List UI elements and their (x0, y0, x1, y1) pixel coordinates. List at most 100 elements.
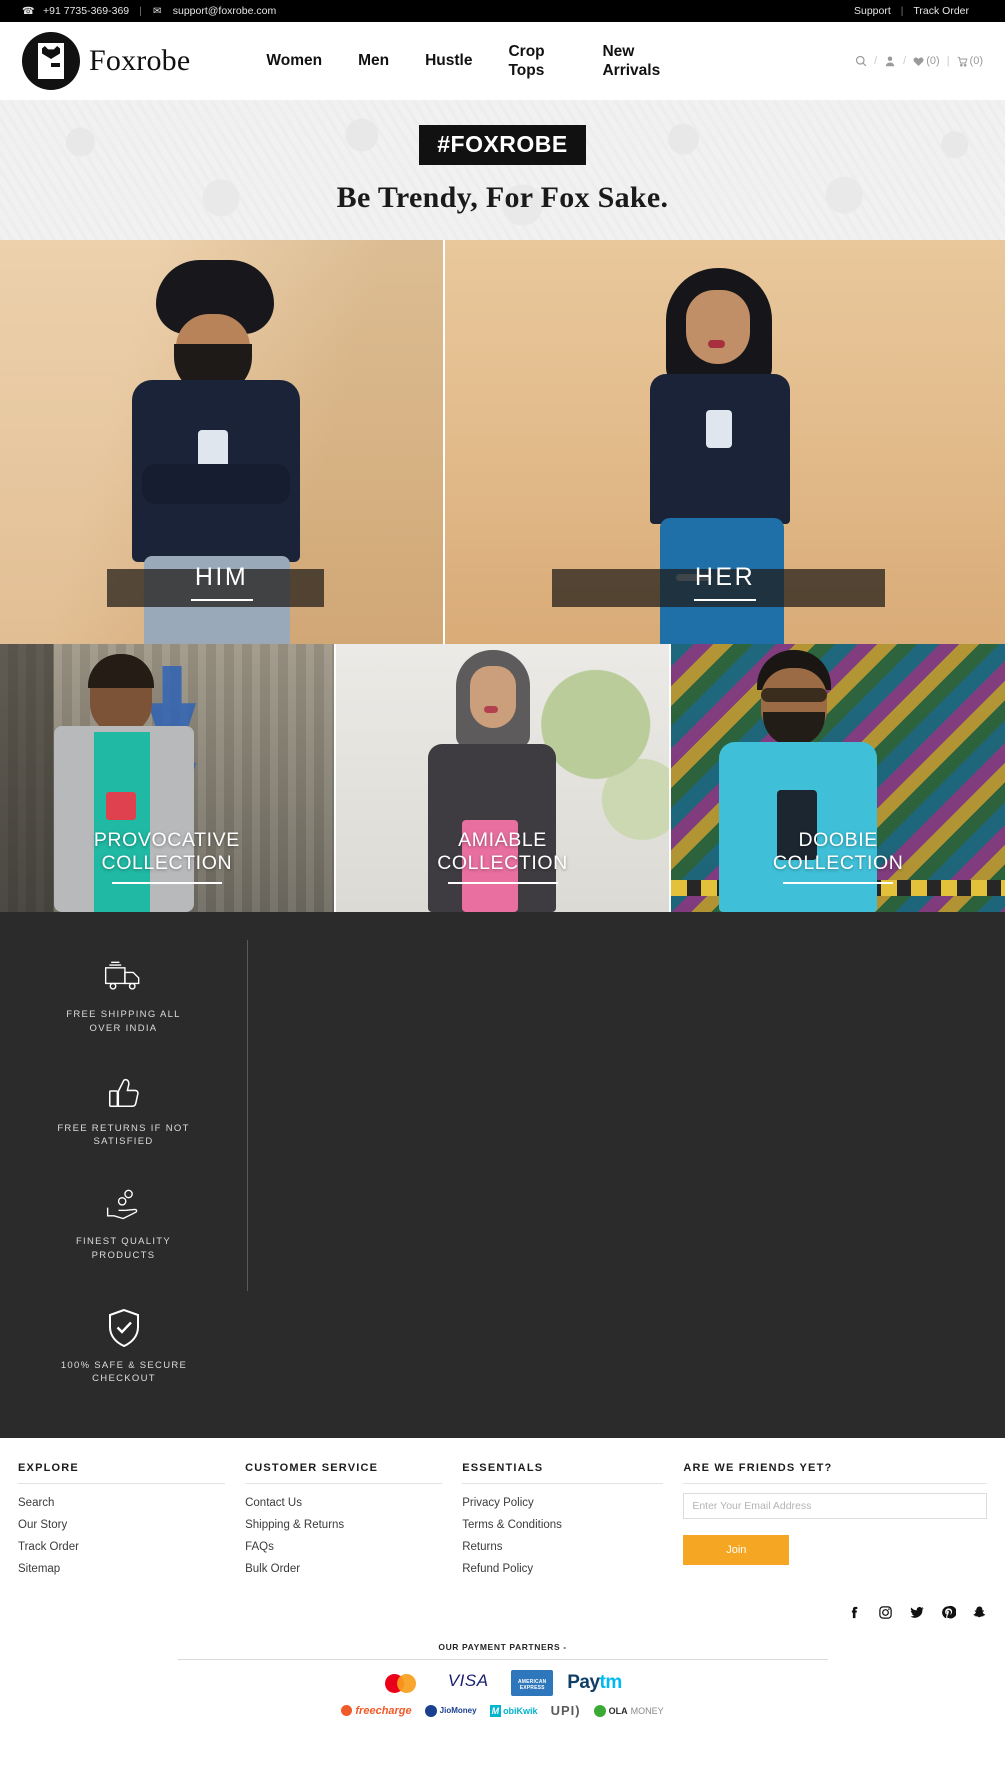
support-link[interactable]: Support (854, 5, 891, 17)
pinterest-icon[interactable] (941, 1605, 956, 1620)
list-item: Refund Policy (462, 1559, 663, 1577)
collection-tiles: PROVOCATIVE COLLECTION AMIABLE COLLECTIO… (0, 644, 1005, 912)
hero-background-texture (0, 100, 1005, 240)
features-column: FREE SHIPPING ALL OVER INDIA FREE RETURN… (0, 940, 248, 1291)
collection-label-provocative: PROVOCATIVE COLLECTION (0, 829, 334, 884)
upi-icon: UPI) (550, 1703, 581, 1719)
phone-number[interactable]: +91 7735-369-369 (43, 5, 129, 17)
collection-tile-amiable[interactable]: AMIABLE COLLECTION (335, 644, 670, 912)
hand-coins-icon (22, 1183, 225, 1225)
twitter-icon[interactable] (909, 1605, 925, 1620)
track-order-link[interactable]: Track Order (913, 5, 969, 17)
category-tile-him[interactable]: HIM (0, 240, 443, 644)
him-text: HIM (194, 563, 249, 591)
paytm-part2: tm (599, 1672, 623, 1694)
footer-link-our-story[interactable]: Our Story (18, 1519, 67, 1531)
nav-item-hustle[interactable]: Hustle (407, 51, 490, 70)
cart-button[interactable]: (0) (957, 55, 983, 67)
list-item: Sitemap (18, 1559, 225, 1577)
truck-icon (22, 956, 225, 998)
footer-link-bulk-order[interactable]: Bulk Order (245, 1563, 300, 1575)
list-item: Contact Us (245, 1493, 442, 1511)
paytm-icon: Paytm (567, 1672, 622, 1694)
payment-row-primary: VISA AMERICAN EXPRESS Paytm (0, 1670, 1005, 1697)
footer-link-search[interactable]: Search (18, 1497, 54, 1509)
header-divider-2: / (903, 55, 907, 67)
payment-divider (177, 1659, 828, 1661)
newsletter-email-input[interactable] (683, 1493, 987, 1520)
ola-label-2: MONEY (630, 1705, 664, 1716)
her-text: HER (694, 563, 756, 591)
footer-link-shipping-returns[interactable]: Shipping & Returns (245, 1519, 344, 1531)
nav-item-new-arrivals[interactable]: New Arrivals (584, 42, 678, 81)
feature-free-shipping: FREE SHIPPING ALL OVER INDIA (0, 940, 247, 1054)
provocative-line2: COLLECTION (101, 852, 233, 874)
top-bar-contact: ☎ +91 7735-369-369 | ✉ support@foxrobe.c… (22, 5, 276, 17)
nav-item-women[interactable]: Women (248, 51, 340, 70)
doobie-line2: COLLECTION (772, 852, 904, 874)
list-item: FAQs (245, 1537, 442, 1555)
ola-label-1: OLA (608, 1705, 628, 1716)
category-tile-her[interactable]: HER (443, 240, 1005, 644)
feature-2-line2: SATISFIED (93, 1136, 154, 1148)
instagram-icon[interactable] (878, 1605, 893, 1620)
amex-icon: AMERICAN EXPRESS (511, 1670, 554, 1697)
list-item: Shipping & Returns (245, 1515, 442, 1533)
nav-item-men[interactable]: Men (340, 51, 407, 70)
hero-tagline: Be Trendy, For Fox Sake. (336, 181, 669, 214)
payment-row-wallets: freecharge JioMoney MobiKwik UPI) OLA MON… (0, 1703, 1005, 1718)
footer-link-sitemap[interactable]: Sitemap (18, 1563, 60, 1575)
footer-link-refund-policy[interactable]: Refund Policy (462, 1563, 533, 1575)
user-icon[interactable] (884, 55, 896, 67)
payment-partners-title: OUR PAYMENT PARTNERS - (438, 1642, 567, 1653)
olamoney-icon: OLA MONEY (593, 1704, 664, 1717)
footer-link-contact-us[interactable]: Contact Us (245, 1497, 302, 1509)
feature-4-line1: 100% SAFE & SECURE (60, 1359, 188, 1371)
mobikwik-mark: M (489, 1704, 502, 1717)
footer-link-privacy-policy[interactable]: Privacy Policy (462, 1497, 534, 1509)
brand-logo[interactable]: Foxrobe (22, 32, 190, 90)
snapchat-icon[interactable] (972, 1605, 987, 1620)
doobie-line1: DOOBIE (798, 829, 878, 851)
feature-secure-checkout: 100% SAFE & SECURE CHECKOUT (0, 1291, 248, 1405)
footer-column-essentials: ESSENTIALS Privacy Policy Terms & Condit… (452, 1462, 673, 1581)
envelope-icon: ✉ (153, 5, 162, 17)
nav-item-crop-tops[interactable]: Crop Tops (490, 42, 584, 81)
list-item: Our Story (18, 1515, 225, 1533)
feature-2-line1: FREE RETURNS IF NOT (57, 1122, 190, 1134)
footer-link-faqs[interactable]: FAQs (245, 1541, 274, 1553)
email-address[interactable]: support@foxrobe.com (173, 5, 276, 17)
footer-link-terms-conditions[interactable]: Terms & Conditions (462, 1519, 562, 1531)
fox-logo-icon (22, 32, 80, 90)
header-divider-1: / (874, 55, 878, 67)
footer-links-explore: Search Our Story Track Order Sitemap (18, 1493, 225, 1577)
search-icon[interactable] (855, 55, 867, 67)
feature-3-line1: FINEST QUALITY (75, 1236, 172, 1248)
collection-tile-provocative[interactable]: PROVOCATIVE COLLECTION (0, 644, 334, 912)
cart-count: (0) (969, 55, 983, 67)
hero-banner: #FOXROBE Be Trendy, For Fox Sake. (0, 100, 1005, 240)
facebook-icon[interactable] (847, 1605, 862, 1620)
site-header: Foxrobe Women Men Hustle Crop Tops New A… (0, 22, 1005, 100)
feature-4-line2: CHECKOUT (92, 1373, 156, 1385)
footer-links-customer-service: Contact Us Shipping & Returns FAQs Bulk … (245, 1493, 442, 1577)
main-navigation: Women Men Hustle Crop Tops New Arrivals (248, 42, 855, 81)
feature-3-line2: PRODUCTS (91, 1249, 156, 1261)
gender-category-tiles: HIM HER (0, 240, 1005, 644)
collection-tile-doobie[interactable]: DOOBIE COLLECTION (671, 644, 1005, 912)
amiable-line2: COLLECTION (437, 852, 568, 874)
collection-label-amiable: AMIABLE COLLECTION (336, 829, 670, 884)
top-bar-links: Support | Track Order (854, 5, 983, 17)
paytm-part1: Pay (567, 1672, 600, 1694)
footer-link-track-order[interactable]: Track Order (18, 1541, 79, 1553)
list-item: Track Order (18, 1537, 225, 1555)
mastercard-icon (383, 1671, 425, 1696)
footer-link-returns[interactable]: Returns (462, 1541, 502, 1553)
footer-column-customer-service: CUSTOMER SERVICE Contact Us Shipping & R… (235, 1462, 452, 1581)
list-item: Privacy Policy (462, 1493, 663, 1511)
newsletter-join-button[interactable]: Join (683, 1535, 790, 1566)
feature-finest-quality: FINEST QUALITY PRODUCTS (0, 1167, 247, 1281)
thumbs-up-icon (22, 1070, 225, 1112)
footer-heading-customer-service: CUSTOMER SERVICE (245, 1462, 443, 1485)
wishlist-button[interactable]: (0) (913, 55, 940, 67)
